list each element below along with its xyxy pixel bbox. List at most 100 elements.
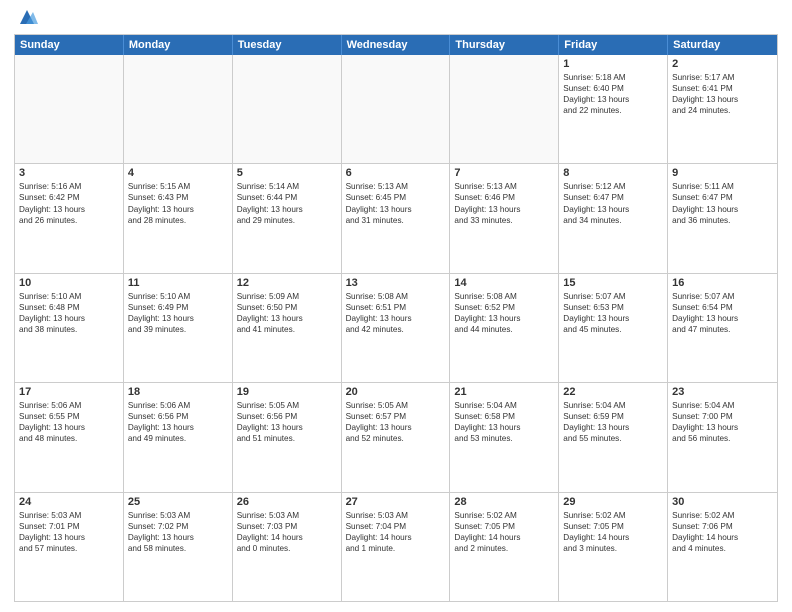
day-number: 27 [346, 496, 446, 508]
day-info: Sunrise: 5:04 AMSunset: 7:00 PMDaylight:… [672, 400, 773, 444]
day-info: Sunrise: 5:16 AMSunset: 6:42 PMDaylight:… [19, 181, 119, 225]
day-number: 20 [346, 386, 446, 398]
day-info: Sunrise: 5:04 AMSunset: 6:58 PMDaylight:… [454, 400, 554, 444]
calendar-day-cell: 3 Sunrise: 5:16 AMSunset: 6:42 PMDaylight… [15, 164, 124, 272]
calendar-day-cell: 24Sunrise: 5:03 AMSunset: 7:01 PMDayligh… [15, 493, 124, 601]
calendar-header-cell: Sunday [15, 35, 124, 55]
calendar-empty-cell [450, 55, 559, 163]
calendar-header-cell: Thursday [450, 35, 559, 55]
calendar-header-cell: Monday [124, 35, 233, 55]
calendar-empty-cell [342, 55, 451, 163]
calendar-day-cell: 10 Sunrise: 5:10 AMSunset: 6:48 PMDayligh… [15, 274, 124, 382]
calendar-day-cell: 17 Sunrise: 5:06 AMSunset: 6:55 PMDayligh… [15, 383, 124, 491]
day-info: Sunrise: 5:04 AMSunset: 6:59 PMDaylight:… [563, 400, 663, 444]
day-info: Sunrise: 5:07 AMSunset: 6:53 PMDaylight:… [563, 291, 663, 335]
calendar-day-cell: 21 Sunrise: 5:04 AMSunset: 6:58 PMDayligh… [450, 383, 559, 491]
day-info: Sunrise: 5:02 AMSunset: 7:06 PMDaylight:… [672, 510, 773, 554]
day-info: Sunrise: 5:08 AMSunset: 6:52 PMDaylight:… [454, 291, 554, 335]
calendar-day-cell: 25 Sunrise: 5:03 AMSunset: 7:02 PMDayligh… [124, 493, 233, 601]
calendar-day-cell: 23 Sunrise: 5:04 AMSunset: 7:00 PMDayligh… [668, 383, 777, 491]
calendar-day-cell: 15Sunrise: 5:07 AMSunset: 6:53 PMDayligh… [559, 274, 668, 382]
day-number: 17 [19, 386, 119, 398]
day-number: 8 [563, 167, 663, 179]
calendar-day-cell: 9Sunrise: 5:11 AMSunset: 6:47 PMDaylight… [668, 164, 777, 272]
calendar-empty-cell [15, 55, 124, 163]
calendar-week-row: 24Sunrise: 5:03 AMSunset: 7:01 PMDayligh… [15, 493, 777, 601]
calendar-day-cell: 5 Sunrise: 5:14 AMSunset: 6:44 PMDaylight… [233, 164, 342, 272]
calendar-empty-cell [233, 55, 342, 163]
day-number: 23 [672, 386, 773, 398]
day-number: 11 [128, 277, 228, 289]
calendar-week-row: 3 Sunrise: 5:16 AMSunset: 6:42 PMDaylight… [15, 164, 777, 273]
day-number: 4 [128, 167, 228, 179]
calendar-body: 1 Sunrise: 5:18 AMSunset: 6:40 PMDaylight… [15, 55, 777, 601]
calendar-empty-cell [124, 55, 233, 163]
day-info: Sunrise: 5:11 AMSunset: 6:47 PMDaylight:… [672, 181, 773, 225]
calendar-day-cell: 19 Sunrise: 5:05 AMSunset: 6:56 PMDayligh… [233, 383, 342, 491]
calendar-day-cell: 12 Sunrise: 5:09 AMSunset: 6:50 PMDayligh… [233, 274, 342, 382]
calendar-week-row: 17 Sunrise: 5:06 AMSunset: 6:55 PMDayligh… [15, 383, 777, 492]
calendar-day-cell: 22 Sunrise: 5:04 AMSunset: 6:59 PMDayligh… [559, 383, 668, 491]
calendar-week-row: 10 Sunrise: 5:10 AMSunset: 6:48 PMDayligh… [15, 274, 777, 383]
page: SundayMondayTuesdayWednesdayThursdayFrid… [0, 0, 792, 612]
day-number: 29 [563, 496, 663, 508]
logo-icon [16, 6, 38, 28]
calendar-day-cell: 27 Sunrise: 5:03 AMSunset: 7:04 PMDayligh… [342, 493, 451, 601]
logo-area [14, 10, 114, 28]
day-info: Sunrise: 5:12 AMSunset: 6:47 PMDaylight:… [563, 181, 663, 225]
day-number: 1 [563, 58, 663, 70]
day-number: 19 [237, 386, 337, 398]
calendar-day-cell: 11 Sunrise: 5:10 AMSunset: 6:49 PMDayligh… [124, 274, 233, 382]
day-number: 2 [672, 58, 773, 70]
day-info: Sunrise: 5:18 AMSunset: 6:40 PMDaylight:… [563, 72, 663, 116]
day-number: 10 [19, 277, 119, 289]
calendar-day-cell: 18 Sunrise: 5:06 AMSunset: 6:56 PMDayligh… [124, 383, 233, 491]
day-info: Sunrise: 5:13 AMSunset: 6:45 PMDaylight:… [346, 181, 446, 225]
day-info: Sunrise: 5:03 AMSunset: 7:04 PMDaylight:… [346, 510, 446, 554]
day-info: Sunrise: 5:09 AMSunset: 6:50 PMDaylight:… [237, 291, 337, 335]
day-number: 24 [19, 496, 119, 508]
day-number: 6 [346, 167, 446, 179]
day-number: 3 [19, 167, 119, 179]
calendar-day-cell: 1 Sunrise: 5:18 AMSunset: 6:40 PMDaylight… [559, 55, 668, 163]
day-info: Sunrise: 5:14 AMSunset: 6:44 PMDaylight:… [237, 181, 337, 225]
calendar-header-row: SundayMondayTuesdayWednesdayThursdayFrid… [15, 35, 777, 55]
day-info: Sunrise: 5:08 AMSunset: 6:51 PMDaylight:… [346, 291, 446, 335]
day-number: 7 [454, 167, 554, 179]
day-info: Sunrise: 5:13 AMSunset: 6:46 PMDaylight:… [454, 181, 554, 225]
calendar-day-cell: 7 Sunrise: 5:13 AMSunset: 6:46 PMDaylight… [450, 164, 559, 272]
day-info: Sunrise: 5:06 AMSunset: 6:56 PMDaylight:… [128, 400, 228, 444]
calendar-header-cell: Tuesday [233, 35, 342, 55]
day-info: Sunrise: 5:15 AMSunset: 6:43 PMDaylight:… [128, 181, 228, 225]
day-number: 28 [454, 496, 554, 508]
day-info: Sunrise: 5:17 AMSunset: 6:41 PMDaylight:… [672, 72, 773, 116]
day-info: Sunrise: 5:10 AMSunset: 6:49 PMDaylight:… [128, 291, 228, 335]
calendar-day-cell: 8 Sunrise: 5:12 AMSunset: 6:47 PMDaylight… [559, 164, 668, 272]
day-info: Sunrise: 5:05 AMSunset: 6:56 PMDaylight:… [237, 400, 337, 444]
calendar-day-cell: 16Sunrise: 5:07 AMSunset: 6:54 PMDayligh… [668, 274, 777, 382]
calendar-header-cell: Saturday [668, 35, 777, 55]
calendar-day-cell: 29 Sunrise: 5:02 AMSunset: 7:05 PMDayligh… [559, 493, 668, 601]
calendar-day-cell: 2 Sunrise: 5:17 AMSunset: 6:41 PMDaylight… [668, 55, 777, 163]
day-number: 12 [237, 277, 337, 289]
calendar: SundayMondayTuesdayWednesdayThursdayFrid… [14, 34, 778, 602]
calendar-header-cell: Wednesday [342, 35, 451, 55]
calendar-day-cell: 20 Sunrise: 5:05 AMSunset: 6:57 PMDayligh… [342, 383, 451, 491]
day-number: 5 [237, 167, 337, 179]
day-info: Sunrise: 5:02 AMSunset: 7:05 PMDaylight:… [563, 510, 663, 554]
calendar-header-cell: Friday [559, 35, 668, 55]
calendar-day-cell: 28Sunrise: 5:02 AMSunset: 7:05 PMDayligh… [450, 493, 559, 601]
day-info: Sunrise: 5:05 AMSunset: 6:57 PMDaylight:… [346, 400, 446, 444]
day-info: Sunrise: 5:10 AMSunset: 6:48 PMDaylight:… [19, 291, 119, 335]
day-info: Sunrise: 5:03 AMSunset: 7:03 PMDaylight:… [237, 510, 337, 554]
day-info: Sunrise: 5:07 AMSunset: 6:54 PMDaylight:… [672, 291, 773, 335]
day-number: 25 [128, 496, 228, 508]
day-number: 21 [454, 386, 554, 398]
day-number: 30 [672, 496, 773, 508]
day-info: Sunrise: 5:06 AMSunset: 6:55 PMDaylight:… [19, 400, 119, 444]
calendar-day-cell: 30 Sunrise: 5:02 AMSunset: 7:06 PMDayligh… [668, 493, 777, 601]
day-number: 18 [128, 386, 228, 398]
day-number: 22 [563, 386, 663, 398]
day-info: Sunrise: 5:03 AMSunset: 7:02 PMDaylight:… [128, 510, 228, 554]
calendar-week-row: 1 Sunrise: 5:18 AMSunset: 6:40 PMDaylight… [15, 55, 777, 164]
